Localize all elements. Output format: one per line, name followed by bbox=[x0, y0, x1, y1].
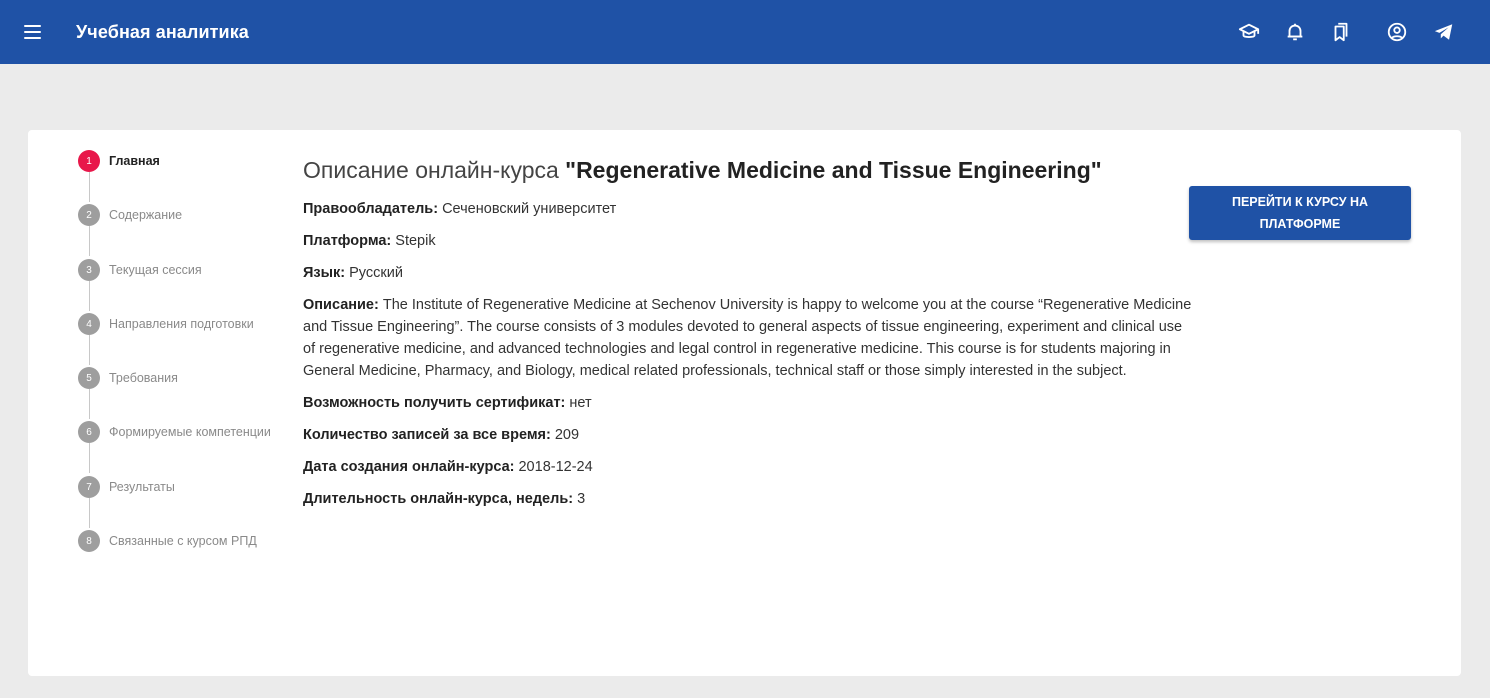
field-key: Язык: bbox=[303, 265, 346, 281]
field-key: Платформа: bbox=[303, 233, 392, 249]
step-contents[interactable]: 2 Содержание bbox=[78, 204, 182, 226]
step-connector bbox=[88, 226, 90, 256]
field-value: Stepik bbox=[391, 233, 436, 249]
field-value: 3 bbox=[573, 491, 586, 507]
field-language: Язык: Русский bbox=[303, 262, 1193, 284]
field-key: Дата создания онлайн-курса: bbox=[303, 459, 515, 475]
field-key: Количество записей за все время: bbox=[303, 427, 551, 443]
step-label: Главная bbox=[109, 154, 160, 168]
field-platform: Платформа: Stepik bbox=[303, 230, 1193, 252]
step-connector bbox=[88, 498, 90, 528]
go-to-course-button[interactable]: ПЕРЕЙТИ К КУРСУ НА ПЛАТФОРМЕ bbox=[1189, 186, 1411, 240]
field-key: Возможность получить сертификат: bbox=[303, 395, 566, 411]
field-created-date: Дата создания онлайн-курса: 2018-12-24 bbox=[303, 456, 1193, 478]
bell-icon[interactable] bbox=[1283, 20, 1307, 44]
field-value: Русский bbox=[345, 265, 403, 281]
field-value: 2018-12-24 bbox=[514, 459, 593, 475]
field-value: 209 bbox=[550, 427, 580, 443]
step-number: 7 bbox=[78, 476, 100, 498]
step-label: Текущая сессия bbox=[109, 263, 202, 277]
step-related-rpd[interactable]: 8 Связанные с курсом РПД bbox=[78, 530, 257, 552]
step-number: 3 bbox=[78, 259, 100, 281]
top-app-bar: Учебная аналитика bbox=[0, 0, 1490, 64]
step-label: Направления подготовки bbox=[109, 317, 254, 331]
account-icon[interactable] bbox=[1385, 20, 1409, 44]
app-title[interactable]: Учебная аналитика bbox=[76, 22, 249, 43]
field-key: Описание: bbox=[303, 297, 379, 313]
step-number: 8 bbox=[78, 530, 100, 552]
field-value: The Institute of Regenerative Medicine a… bbox=[303, 297, 1192, 379]
step-number: 6 bbox=[78, 421, 100, 443]
step-requirements[interactable]: 5 Требования bbox=[78, 367, 178, 389]
step-connector bbox=[88, 443, 90, 473]
bookmarks-icon[interactable] bbox=[1329, 20, 1353, 44]
field-key: Правообладатель: bbox=[303, 201, 439, 217]
step-number: 2 bbox=[78, 204, 100, 226]
menu-icon[interactable] bbox=[22, 22, 44, 42]
step-connector bbox=[88, 281, 90, 311]
step-label: Связанные с курсом РПД bbox=[109, 534, 257, 548]
step-current-session[interactable]: 3 Текущая сессия bbox=[78, 259, 202, 281]
step-number: 4 bbox=[78, 313, 100, 335]
step-competencies[interactable]: 6 Формируемые компетенции bbox=[78, 421, 271, 443]
field-rightholder: Правообладатель: Сеченовский университет bbox=[303, 198, 1193, 220]
step-label: Формируемые компетенции bbox=[109, 425, 271, 439]
step-results[interactable]: 7 Результаты bbox=[78, 476, 175, 498]
course-card: 1 Главная 2 Содержание 3 Текущая сессия … bbox=[28, 130, 1461, 676]
course-title: Описание онлайн-курса "Regenerative Medi… bbox=[303, 156, 1193, 184]
step-number: 1 bbox=[78, 150, 100, 172]
telegram-icon[interactable] bbox=[1432, 20, 1456, 44]
step-directions[interactable]: 4 Направления подготовки bbox=[78, 313, 254, 335]
field-description: Описание: The Institute of Regenerative … bbox=[303, 294, 1193, 382]
course-description: Описание онлайн-курса "Regenerative Medi… bbox=[303, 156, 1193, 520]
field-enrollments: Количество записей за все время: 209 bbox=[303, 424, 1193, 446]
field-key: Длительность онлайн-курса, недель: bbox=[303, 491, 574, 507]
course-title-prefix: Описание онлайн-курса bbox=[303, 157, 566, 183]
field-duration: Длительность онлайн-курса, недель: 3 bbox=[303, 488, 1193, 510]
step-connector bbox=[88, 172, 90, 202]
field-certificate: Возможность получить сертификат: нет bbox=[303, 392, 1193, 414]
step-label: Содержание bbox=[109, 208, 183, 222]
step-main[interactable]: 1 Главная bbox=[78, 150, 160, 172]
step-connector bbox=[88, 335, 90, 365]
course-title-name: "Regenerative Medicine and Tissue Engine… bbox=[565, 157, 1102, 183]
step-connector bbox=[88, 389, 90, 419]
field-value: Сеченовский университет bbox=[438, 201, 617, 217]
graduation-cap-icon[interactable] bbox=[1237, 20, 1261, 44]
step-number: 5 bbox=[78, 367, 100, 389]
step-label: Результаты bbox=[109, 480, 175, 494]
step-label: Требования bbox=[109, 371, 178, 385]
field-value: нет bbox=[565, 395, 592, 411]
